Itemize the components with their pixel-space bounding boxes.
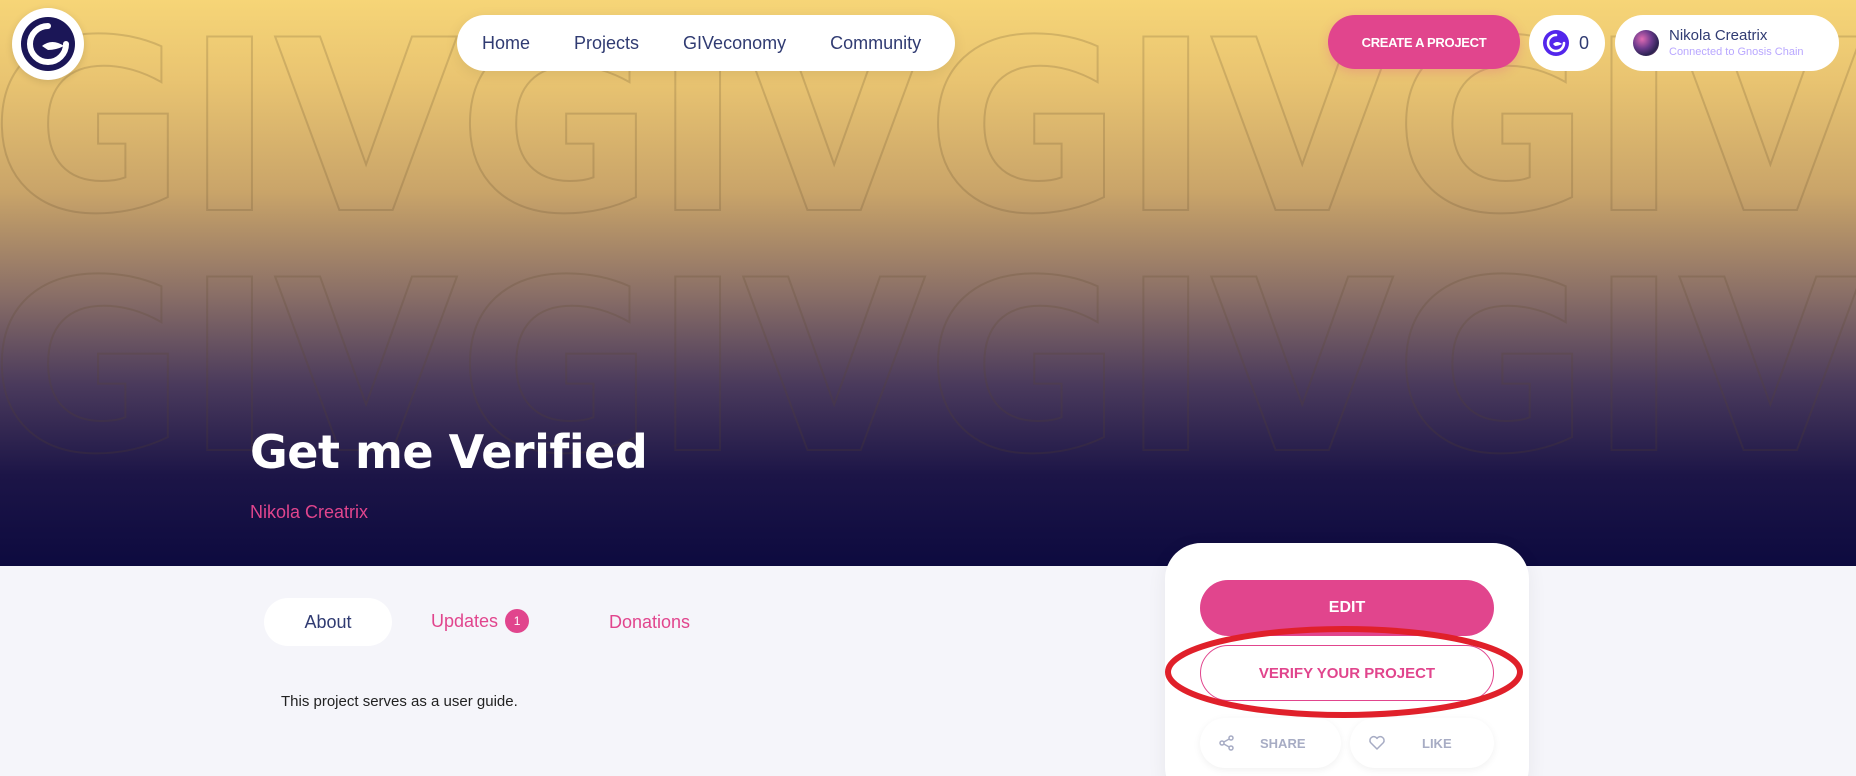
updates-count-badge: 1 [505,609,530,633]
giv-token-icon [1543,30,1569,56]
nav-community[interactable]: Community [830,33,921,54]
project-hero-banner: GIVGIVGIVGIVGIV GIVGIVGIVGIVGIV [0,0,1856,566]
verify-project-button[interactable]: VERIFY YOUR PROJECT [1200,645,1494,701]
create-project-button[interactable]: CREATE A PROJECT [1328,15,1520,69]
user-name: Nikola Creatrix [1669,27,1768,44]
edit-button[interactable]: EDIT [1200,580,1494,636]
user-menu[interactable]: Nikola Creatrix Connected to Gnosis Chai… [1615,15,1839,71]
share-label: SHARE [1260,735,1306,751]
tab-about[interactable]: About [264,598,392,646]
project-description: This project serves as a user guide. [281,693,518,710]
project-actions-card: EDIT VERIFY YOUR PROJECT SHARE LIKE [1165,543,1529,776]
giv-balance-button[interactable]: 0 [1529,15,1605,71]
nav-projects[interactable]: Projects [574,33,639,54]
share-icon [1219,735,1234,751]
share-button[interactable]: SHARE [1200,718,1341,768]
tab-updates-label: Updates [431,610,499,631]
network-status: Connected to Gnosis Chain [1669,46,1804,58]
like-label: LIKE [1422,735,1452,751]
avatar [1633,30,1659,56]
main-nav: Home Projects GIVeconomy Community [457,15,955,71]
nav-giveconomy[interactable]: GIVeconomy [683,33,786,54]
tab-donations[interactable]: Donations [609,612,690,633]
project-title: Get me Verified [250,425,648,479]
like-button[interactable]: LIKE [1350,718,1494,768]
nav-home[interactable]: Home [482,33,530,54]
tab-updates[interactable]: Updates 1 [431,609,530,633]
heart-icon [1369,735,1385,750]
giv-balance: 0 [1579,32,1590,53]
project-author-link[interactable]: Nikola Creatrix [250,502,368,523]
giveth-logo[interactable] [12,8,84,80]
giveth-logo-icon [21,17,75,71]
giv-pattern-background: GIVGIVGIVGIVGIV GIVGIVGIVGIVGIV [0,0,1856,508]
user-info: Nikola Creatrix Connected to Gnosis Chai… [1669,27,1804,59]
